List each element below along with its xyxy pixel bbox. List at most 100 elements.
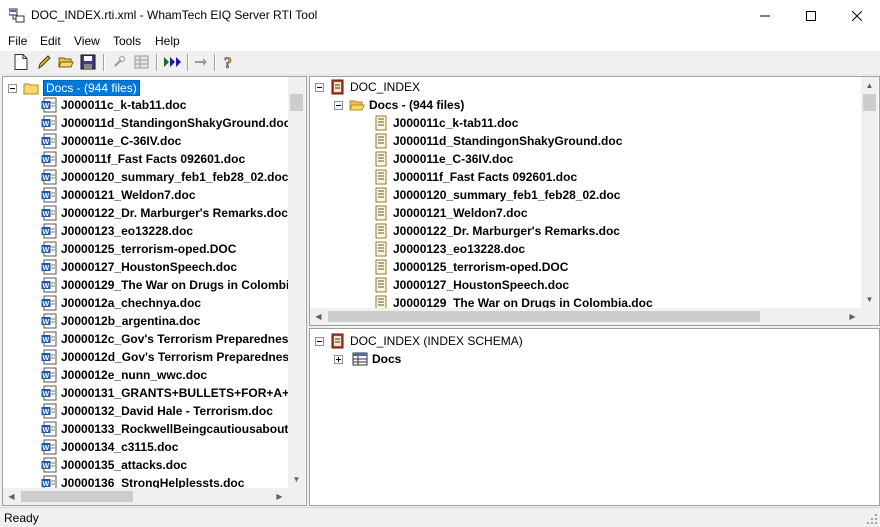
menu-view[interactable]: View xyxy=(74,34,100,48)
tree-file-item[interactable]: W J000011d_StandingonShakyGround.doc xyxy=(41,114,290,132)
collapse-toggle[interactable] xyxy=(334,101,343,110)
svg-text:W: W xyxy=(43,103,50,110)
tree-file-item[interactable]: W J0000133_RockwellBeingcautiousaboutr xyxy=(41,420,293,438)
tree-file-item[interactable]: W J000011e_C-36IV.doc xyxy=(41,132,181,150)
tree-file-item[interactable]: J000011d_StandingonShakyGround.doc xyxy=(373,132,622,150)
tree-file-item[interactable]: J000011c_k-tab11.doc xyxy=(373,114,518,132)
tree-file-item[interactable]: W J0000127_HoustonSpeech.doc xyxy=(41,258,237,276)
collapse-toggle[interactable] xyxy=(8,84,17,93)
save-disk-icon xyxy=(80,54,96,70)
word-doc-icon: W xyxy=(41,439,57,455)
scroll-thumb[interactable] xyxy=(21,491,133,502)
tree-file-item[interactable]: W J0000134_c3115.doc xyxy=(41,438,178,456)
scroll-down-arrow[interactable]: ▼ xyxy=(288,471,305,488)
tool-button[interactable] xyxy=(111,54,127,70)
right-top-horizontal-scrollbar[interactable]: ◀ ▶ xyxy=(310,308,861,325)
collapse-toggle[interactable] xyxy=(315,337,324,346)
tree-file-item[interactable]: W J000011f_Fast Facts 092601.doc xyxy=(41,150,245,168)
toolbar-separator xyxy=(103,54,105,71)
forward-button[interactable] xyxy=(193,54,209,70)
left-vertical-scrollbar[interactable]: ▼ xyxy=(288,77,305,488)
tree-file-item[interactable]: J0000122_Dr. Marburger's Remarks.doc xyxy=(373,222,620,240)
tree-file-label: J0000125_terrorism-oped.DOC xyxy=(393,260,569,274)
scroll-down-arrow[interactable]: ▼ xyxy=(861,291,878,308)
tree-file-label: J0000120_summary_feb1_feb28_02.doc xyxy=(61,170,289,184)
tree-file-label: J0000127_HoustonSpeech.doc xyxy=(393,278,570,292)
tree-file-item[interactable]: J0000127_HoustonSpeech.doc xyxy=(373,276,569,294)
close-icon xyxy=(852,10,862,21)
tree-file-item[interactable]: W J0000120_summary_feb1_feb28_02.doc xyxy=(41,168,288,186)
maximize-button[interactable] xyxy=(788,0,834,31)
app-icon xyxy=(8,8,25,24)
open-button[interactable] xyxy=(58,54,74,70)
right-top-vertical-scrollbar[interactable]: ▲ ▼ xyxy=(861,77,878,308)
tree-file-label: J0000133_RockwellBeingcautiousaboutr xyxy=(61,422,294,436)
tree-file-item[interactable]: J0000123_eo13228.doc xyxy=(373,240,525,258)
tree-file-item[interactable]: W J0000125_terrorism-oped.DOC xyxy=(41,240,236,258)
left-tree-pane[interactable]: Docs - (944 files) W J000011c_k-tab11.doc… xyxy=(2,76,307,506)
new-file-button[interactable] xyxy=(13,54,29,70)
word-doc-icon: W xyxy=(41,187,57,203)
tree-file-label: J0000131_GRANTS+BULLETS+FOR+A+P xyxy=(61,386,298,400)
table-icon xyxy=(352,351,368,367)
tree-folder-docs[interactable]: Docs - (944 files) xyxy=(349,96,464,114)
tree-file-item[interactable]: W J000012a_chechnya.doc xyxy=(41,294,201,312)
tree-file-item[interactable]: W J0000123_eo13228.doc xyxy=(41,222,193,240)
expand-toggle[interactable] xyxy=(334,355,343,364)
tree-root-index-schema[interactable]: DOC_INDEX (INDEX SCHEMA) xyxy=(330,332,523,350)
wrench-icon xyxy=(114,56,125,67)
index-book-icon xyxy=(330,79,346,95)
tree-file-item[interactable]: J000011f_Fast Facts 092601.doc xyxy=(373,168,577,186)
svg-text:W: W xyxy=(43,463,50,470)
word-doc-icon: W xyxy=(41,331,57,347)
run-button[interactable] xyxy=(163,54,183,70)
scroll-up-arrow[interactable]: ▲ xyxy=(861,77,878,94)
tree-root-docs[interactable]: Docs - (944 files) xyxy=(23,79,140,97)
scroll-right-arrow[interactable]: ▶ xyxy=(844,308,861,325)
tree-file-item[interactable]: W J000012c_Gov's Terrorism Preparednes xyxy=(41,330,288,348)
scroll-left-arrow[interactable]: ◀ xyxy=(3,488,20,505)
tree-table-docs[interactable]: Docs xyxy=(352,350,401,368)
left-horizontal-scrollbar[interactable]: ◀ ▶ xyxy=(3,488,288,505)
tree-file-label: J000011d_StandingonShakyGround.doc xyxy=(393,134,623,148)
menu-help[interactable]: Help xyxy=(155,34,180,48)
menu-tools[interactable]: Tools xyxy=(113,34,141,48)
tree-root-doc-index[interactable]: DOC_INDEX xyxy=(330,78,420,96)
tree-file-label: J0000134_c3115.doc xyxy=(61,440,179,454)
svg-text:W: W xyxy=(43,427,50,434)
scroll-thumb[interactable] xyxy=(328,311,760,322)
tree-file-item[interactable]: W J0000121_Weldon7.doc xyxy=(41,186,196,204)
tree-file-item[interactable]: W J000012e_nunn_wwc.doc xyxy=(41,366,207,384)
tree-file-item[interactable]: J0000125_terrorism-oped.DOC xyxy=(373,258,568,276)
tree-file-item[interactable]: J0000120_summary_feb1_feb28_02.doc xyxy=(373,186,620,204)
menu-edit[interactable]: Edit xyxy=(40,34,61,48)
tree-file-item[interactable]: W J0000135_attacks.doc xyxy=(41,456,187,474)
right-top-pane[interactable]: DOC_INDEX Docs - (944 files) J000011c_k-… xyxy=(309,76,880,326)
index-book-icon xyxy=(330,333,346,349)
collapse-toggle[interactable] xyxy=(315,83,324,92)
tree-file-item[interactable]: W J0000129_The War on Drugs in Colombia xyxy=(41,276,296,294)
resize-grip-icon[interactable] xyxy=(866,513,878,525)
right-bottom-pane[interactable]: DOC_INDEX (INDEX SCHEMA) Docs xyxy=(309,328,880,506)
tree-file-item[interactable]: W J0000132_David Hale - Terrorism.doc xyxy=(41,402,273,420)
scroll-thumb[interactable] xyxy=(290,94,303,111)
tree-file-item[interactable]: W J0000131_GRANTS+BULLETS+FOR+A+P xyxy=(41,384,297,402)
tree-file-item[interactable]: W J0000122_Dr. Marburger's Remarks.doc xyxy=(41,204,288,222)
status-bar: Ready xyxy=(0,507,880,527)
edit-button[interactable] xyxy=(36,54,52,70)
tree-file-item[interactable]: W J000012b_argentina.doc xyxy=(41,312,200,330)
scroll-right-arrow[interactable]: ▶ xyxy=(271,488,288,505)
help-button[interactable]: ? xyxy=(221,54,237,70)
save-button[interactable] xyxy=(80,54,96,70)
tree-file-item[interactable]: J000011e_C-36IV.doc xyxy=(373,150,513,168)
minimize-button[interactable] xyxy=(742,0,788,31)
tree-file-item[interactable]: W J000012d_Gov's Terrorism Preparednes xyxy=(41,348,289,366)
tree-file-item[interactable]: J0000121_Weldon7.doc xyxy=(373,204,528,222)
close-button[interactable] xyxy=(834,0,880,31)
scroll-left-arrow[interactable]: ◀ xyxy=(310,308,327,325)
maximize-icon xyxy=(806,10,816,21)
scroll-thumb[interactable] xyxy=(863,94,876,111)
menu-file[interactable]: File xyxy=(8,34,27,48)
grid-button[interactable] xyxy=(134,54,150,70)
tree-file-item[interactable]: W J000011c_k-tab11.doc xyxy=(41,96,186,114)
